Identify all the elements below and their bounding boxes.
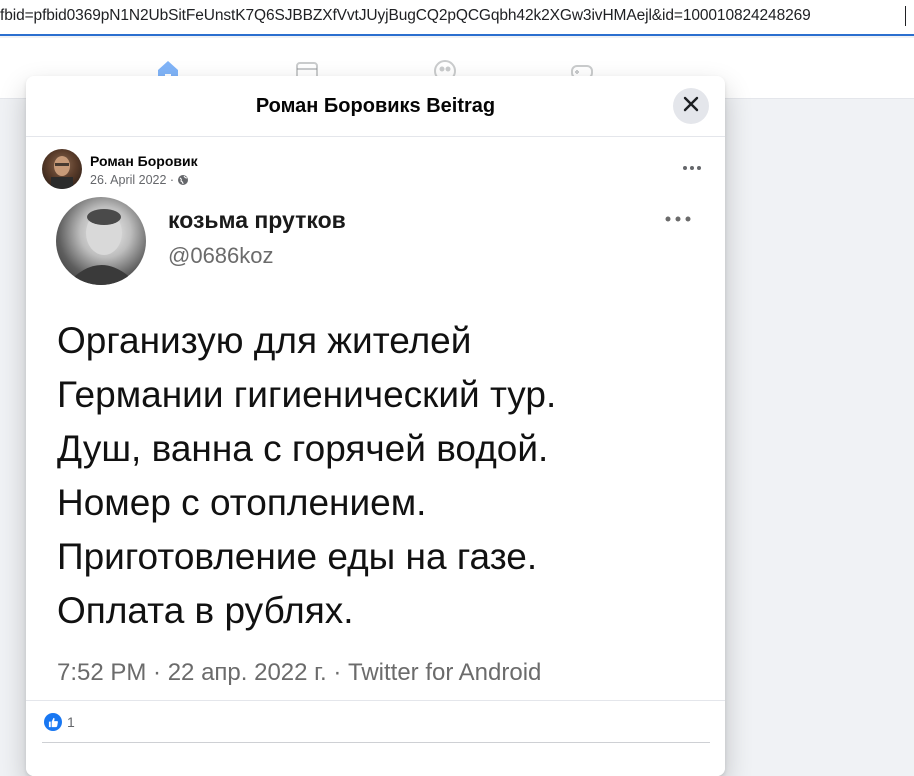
url-text[interactable]: fbid=pfbid0369pN1N2UbSitFeUnstK7Q6SJBBZX… (0, 7, 811, 25)
tweet-timestamp: 7:52 PM · 22 апр. 2022 г. · Twitter for … (57, 659, 542, 686)
post-meta: 26. April 2022 · (90, 173, 189, 187)
dialog-header: Роман Боровикs Beitrag (26, 76, 725, 137)
tweet-line: Организую для жителей (57, 320, 472, 361)
post-dialog: Роман Боровикs Beitrag Роман Боровик 26.… (26, 76, 725, 776)
tweet-more-icon (662, 209, 694, 229)
tweet-text: Организую для жителей Германии гигиениче… (57, 314, 717, 638)
post-options-button[interactable] (674, 155, 710, 179)
post-date[interactable]: 26. April 2022 · (90, 173, 174, 187)
post-footer: 1 (26, 700, 725, 776)
like-icon[interactable] (44, 713, 62, 731)
close-button[interactable] (673, 88, 709, 124)
tweet-author-name: козьма прутков (168, 207, 346, 233)
dialog-title: Роман Боровикs Beitrag (255, 95, 496, 117)
divider (42, 742, 710, 743)
address-bar[interactable]: fbid=pfbid0369pN1N2UbSitFeUnstK7Q6SJBBZX… (0, 0, 914, 36)
tweet-author-handle: @0686koz (168, 243, 274, 268)
close-icon (682, 95, 700, 118)
post-image[interactable]: козьма прутков @0686koz Организую для жи… (26, 197, 725, 700)
tweet-line: Германии гигиенический тур. (57, 374, 557, 415)
tweet-avatar (56, 197, 146, 285)
tweet-line: Приготовление еды на газе. (57, 536, 538, 577)
author-name[interactable]: Роман Боровик (90, 153, 198, 169)
more-horizontal-icon (682, 158, 702, 176)
post-header: Роман Боровик 26. April 2022 · (26, 137, 725, 197)
tweet-line: Душ, ванна с горячей водой. (57, 428, 549, 469)
author-avatar[interactable] (42, 149, 82, 189)
text-caret (905, 6, 906, 26)
globe-icon (177, 174, 189, 186)
tweet-line: Номер с отоплением. (57, 482, 427, 523)
reaction-count[interactable]: 1 (67, 714, 75, 730)
tweet-line: Оплата в рублях. (57, 590, 354, 631)
